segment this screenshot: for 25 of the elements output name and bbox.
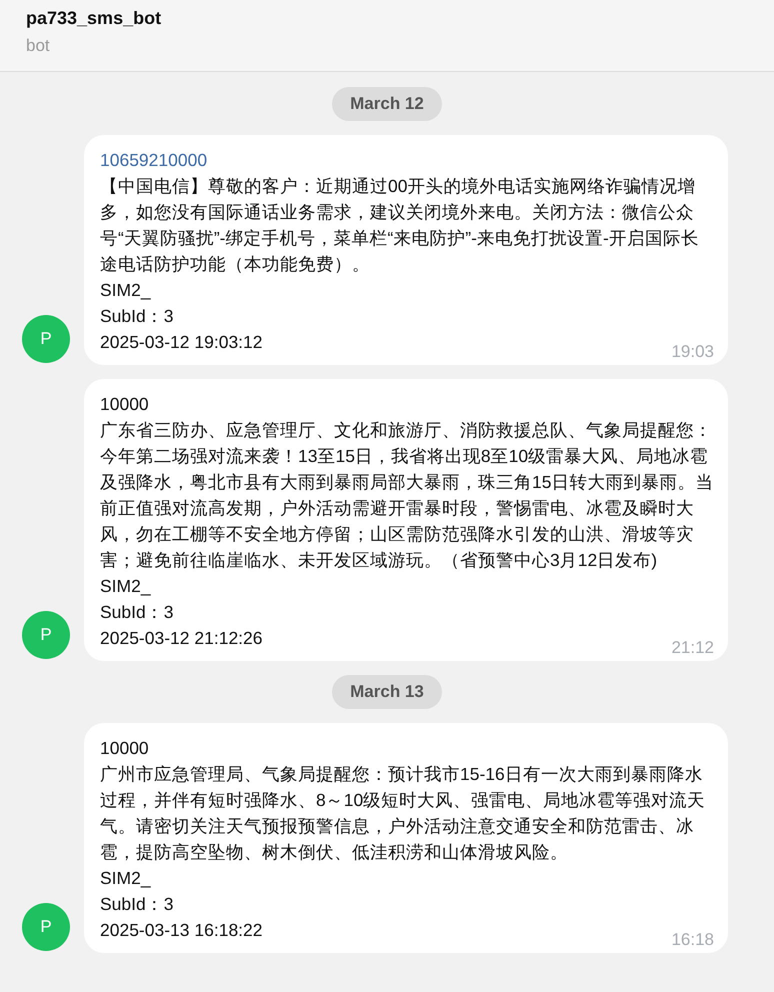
message-time: 16:18 xyxy=(671,929,714,951)
date-pill: March 12 xyxy=(332,87,442,121)
timestamp-text: 2025-03-13 16:18:22 xyxy=(100,919,262,942)
message-time: 19:03 xyxy=(671,341,714,363)
sim-label: SIM2_ xyxy=(100,575,152,598)
avatar[interactable]: P xyxy=(22,611,70,659)
date-pill: March 13 xyxy=(332,675,442,709)
message-text: 广州市应急管理局、气象局提醒您：预计我市15-16日有一次大雨到暴雨降水过程，并伴有短时强降水、8～10级短时大风、强雷电、局地冰雹等强对流天气。请密切关注天气预报预警信息，户外活动注意交通安全和防范雷击、冰雹，提防高空坠物、树木倒伏、低洼积涝和山体滑坡风险。 xyxy=(100,763,706,864)
message-text: 广东省三防办、应急管理厅、文化和旅游厅、消防救援总队、气象局提醒您：今年第二场强对流来袭！13至15日，我省将出现8至10级雷暴大风、局地冰雹及强降水，粤北市县有大雨到暴雨局部大暴雨，珠三角15日转大雨到暴雨。当前正值强对流高发期，户外活动需避开雷暴时段，警惕雷电、冰雹及瞬时大风，勿在工棚等不安全地方停留；山区需防范强降水引发的山洪、滑坡等灾害；避免前往临崖临水、未开发区域游玩。（省预警中心3月12日发布) xyxy=(100,419,714,572)
timestamp-text: 2025-03-12 21:12:26 xyxy=(100,627,262,650)
message-text: 【中国电信】尊敬的客户：近期通过00开头的境外电话实施网络诈骗情况增多，如您没有国际通话业务需求，建议关闭境外来电。关闭方法：微信公众号“天翼防骚扰”-绑定手机号，菜单栏“来电防护”-来电免打扰设置-开启国际长途电话防护功能（本功能免费）。 xyxy=(100,175,700,276)
message-time: 21:12 xyxy=(671,637,714,659)
sender-number[interactable]: 10659210000 xyxy=(100,147,714,173)
sender-number: 10000 xyxy=(100,737,150,760)
subid-label: SubId：3 xyxy=(100,893,174,916)
avatar[interactable]: P xyxy=(22,315,70,363)
chat-subtitle: bot xyxy=(26,35,51,57)
sender-number: 10000 xyxy=(100,393,150,416)
sim-label: SIM2_ xyxy=(100,279,152,302)
chat-title: pa733_sms_bot xyxy=(26,7,162,30)
subid-label: SubId：3 xyxy=(100,305,174,328)
sim-label: SIM2_ xyxy=(100,867,152,890)
timestamp-text: 2025-03-12 19:03:12 xyxy=(100,331,262,354)
avatar[interactable]: P xyxy=(22,903,70,951)
subid-label: SubId：3 xyxy=(100,601,174,624)
